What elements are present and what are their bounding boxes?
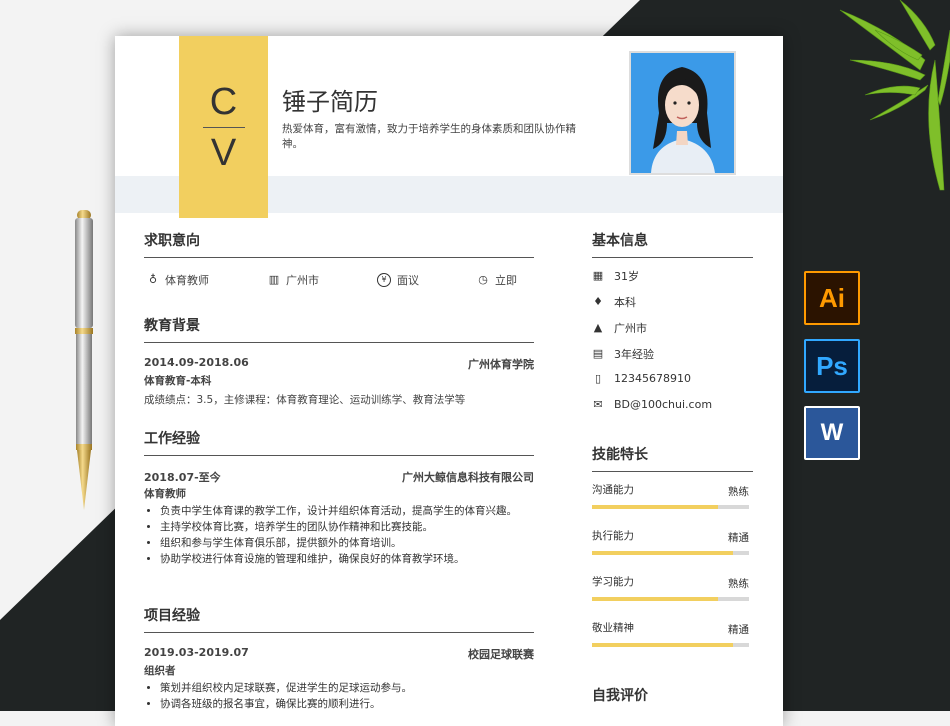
intent-start-text: 立即 bbox=[495, 274, 517, 287]
skill-bar-fill bbox=[592, 551, 734, 555]
intent-start: ◷ 立即 bbox=[477, 272, 517, 288]
project-role: 组织者 bbox=[144, 665, 176, 677]
education-header-row: 2014.09-2018.06 广州体育学院 bbox=[144, 356, 534, 372]
info-city: ▲ 广州市 bbox=[592, 320, 647, 336]
intent-city: ▥ 广州市 bbox=[268, 272, 319, 288]
work-bullet: 协助学校进行体育设施的管理和维护，确保良好的体育教学环境。 bbox=[160, 551, 550, 567]
work-company: 广州大鲸信息科技有限公司 bbox=[402, 471, 534, 484]
education-detail: 成绩绩点：3.5，主修课程：体育教育理论、运动训练学、教育法学等 bbox=[144, 394, 466, 406]
mail-icon: ✉ bbox=[593, 397, 603, 411]
work-bullet: 组织和参与学生体育俱乐部，提供额外的体育培训。 bbox=[160, 535, 550, 551]
project-period: 2019.03-2019.07 bbox=[144, 646, 249, 659]
info-age: ▦ 31岁 bbox=[592, 268, 639, 284]
info-email: ✉ BD@100chui.com bbox=[592, 398, 712, 411]
graduation-cap-icon: ♦ bbox=[593, 295, 603, 308]
photoshop-label: Ps bbox=[816, 350, 848, 381]
intro-text: 热爱体育，富有激情，致力于培养学生的身体素质和团队协作精神。 bbox=[282, 123, 576, 150]
word-app-icon[interactable]: W bbox=[804, 406, 860, 460]
intent-city-text: 广州市 bbox=[286, 274, 319, 287]
skill-name: 学习能力 bbox=[592, 576, 634, 588]
intent-position-text: 体育教师 bbox=[165, 274, 209, 287]
info-experience: ▤ 3年经验 bbox=[592, 346, 654, 362]
basic-info-title: 基本信息 bbox=[592, 233, 648, 249]
photoshop-app-icon[interactable]: Ps bbox=[804, 339, 860, 393]
yen-icon: ¥ bbox=[377, 273, 391, 287]
info-email-text: BD@100chui.com bbox=[614, 398, 713, 411]
education-period: 2014.09-2018.06 bbox=[144, 356, 249, 369]
document-icon: ▤ bbox=[592, 347, 604, 360]
skill-name: 敬业精神 bbox=[592, 622, 634, 634]
info-age-text: 31岁 bbox=[614, 270, 639, 283]
skill-level: 熟练 bbox=[728, 578, 749, 590]
self-eval-title: 自我评价 bbox=[592, 688, 648, 704]
work-period: 2018.07-至今 bbox=[144, 471, 221, 484]
work-bullet: 主持学校体育比赛，培养学生的团队协作精神和比赛技能。 bbox=[160, 519, 550, 535]
info-experience-text: 3年经验 bbox=[614, 348, 654, 361]
skill-bar-fill bbox=[592, 597, 718, 601]
work-title: 工作经验 bbox=[144, 431, 200, 447]
intent-salary: ¥ 面议 bbox=[377, 272, 419, 288]
skill-name: 执行能力 bbox=[592, 530, 634, 542]
project-bullet: 协调各班级的报名事宜，确保比赛的顺利进行。 bbox=[160, 696, 550, 712]
project-header-row: 2019.03-2019.07 校园足球联赛 bbox=[144, 646, 534, 662]
calendar-icon: ▦ bbox=[592, 269, 604, 282]
education-degree: 体育教育-本科 bbox=[144, 375, 212, 387]
info-phone-text: 12345678910 bbox=[614, 372, 691, 385]
skill-bar bbox=[592, 597, 749, 601]
intent-salary-text: 面议 bbox=[397, 274, 419, 287]
education-rule bbox=[144, 342, 534, 343]
word-label: W bbox=[820, 419, 844, 446]
info-city-text: 广州市 bbox=[614, 322, 647, 335]
illustrator-label: Ai bbox=[819, 282, 845, 313]
work-role: 体育教师 bbox=[144, 488, 186, 500]
intent-rule bbox=[144, 257, 534, 258]
project-title: 项目经验 bbox=[144, 608, 200, 624]
intent-position: ♁ 体育教师 bbox=[147, 272, 209, 288]
cv-letter-c: C bbox=[209, 80, 238, 123]
phone-icon: ▯ bbox=[594, 371, 602, 385]
intent-title: 求职意向 bbox=[144, 233, 200, 249]
info-degree: ♦ 本科 bbox=[592, 294, 636, 310]
building-icon: ▥ bbox=[268, 273, 280, 286]
cv-badge: C V bbox=[179, 36, 268, 218]
education-title: 教育背景 bbox=[144, 318, 200, 334]
skill-level: 熟练 bbox=[728, 486, 749, 498]
skill-level: 精通 bbox=[728, 624, 749, 636]
skills-rule bbox=[592, 471, 753, 472]
resume-title: 锤子简历 bbox=[282, 88, 378, 116]
fountain-pen-decoration bbox=[75, 210, 93, 510]
project-name: 校园足球联赛 bbox=[468, 648, 534, 661]
skill-bar-fill bbox=[592, 643, 734, 647]
cv-letter-v: V bbox=[210, 131, 237, 174]
skill-bar bbox=[592, 643, 749, 647]
skill-bar bbox=[592, 505, 749, 509]
cv-divider bbox=[202, 126, 245, 128]
plant-decoration bbox=[839, 0, 950, 191]
skills-title: 技能特长 bbox=[592, 447, 648, 463]
bank-icon: ▲ bbox=[593, 321, 603, 334]
skill-bar bbox=[592, 551, 749, 555]
tie-icon: ♁ bbox=[148, 273, 158, 286]
skill-bar-fill bbox=[592, 505, 718, 509]
clock-icon: ◷ bbox=[478, 273, 488, 286]
project-rule bbox=[144, 632, 534, 633]
basic-info-rule bbox=[592, 257, 753, 258]
work-bullets: 负责中学生体育课的教学工作，设计并组织体育活动，提高学生的体育兴趣。 主持学校体… bbox=[144, 503, 550, 567]
info-phone: ▯ 12345678910 bbox=[592, 372, 691, 385]
skill-name: 沟通能力 bbox=[592, 484, 634, 496]
work-header-row: 2018.07-至今 广州大鲸信息科技有限公司 bbox=[144, 469, 534, 485]
resume-page: C V 锤子简历 热爱体育，富有激情，致力于培养学生的身体素质和团队协作精神。 … bbox=[115, 36, 783, 726]
profile-photo bbox=[629, 51, 736, 175]
project-bullet: 策划并组织校内足球联赛，促进学生的足球运动参与。 bbox=[160, 680, 550, 696]
project-bullets: 策划并组织校内足球联赛，促进学生的足球运动参与。 协调各班级的报名事宜，确保比赛… bbox=[144, 680, 550, 712]
work-rule bbox=[144, 455, 534, 456]
work-bullet: 负责中学生体育课的教学工作，设计并组织体育活动，提高学生的体育兴趣。 bbox=[160, 503, 550, 519]
skill-level: 精通 bbox=[728, 532, 749, 544]
illustrator-app-icon[interactable]: Ai bbox=[804, 271, 860, 325]
info-degree-text: 本科 bbox=[614, 296, 636, 309]
education-school: 广州体育学院 bbox=[468, 358, 534, 371]
